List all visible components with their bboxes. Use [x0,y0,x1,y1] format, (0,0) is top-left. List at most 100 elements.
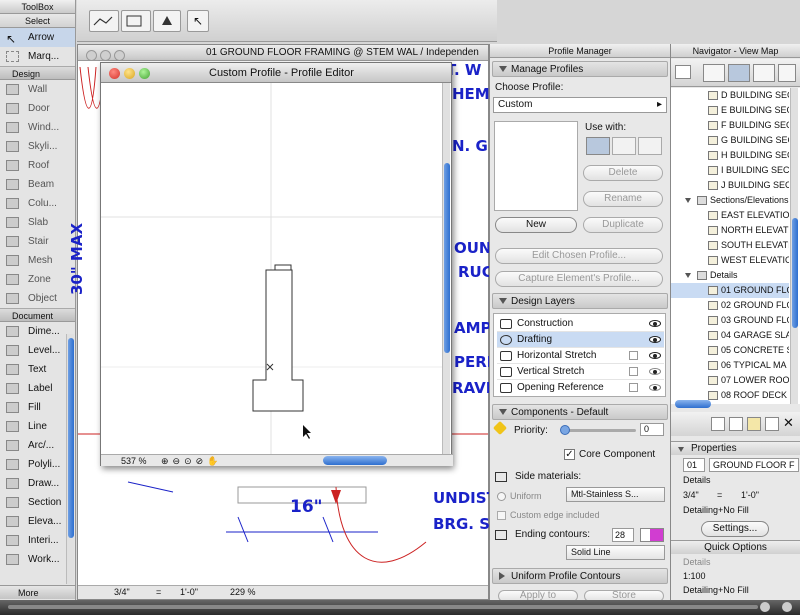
tree-folder-sections[interactable]: Sections/Elevations [671,193,789,208]
document-tool-11[interactable]: Interi... [0,531,75,550]
pointer-button[interactable]: ↖ [187,10,209,32]
tree-item[interactable]: J BUILDING SECT [671,178,789,193]
lock-checkbox[interactable] [629,367,638,376]
quick-layer-value[interactable]: Detailing+No Fill [683,585,749,595]
project-map-icon[interactable] [703,64,725,82]
view-id-field[interactable]: 01 [683,458,705,472]
tree-item[interactable]: 04 GARAGE SLA [671,328,789,343]
new-view-icon[interactable] [711,417,725,431]
tree-item[interactable]: E BUILDING SECT [671,103,789,118]
tree-item[interactable]: SOUTH ELEVATION [671,238,789,253]
design-tool-0[interactable]: Wall [0,80,75,99]
tool-arrow[interactable]: ↖ Arrow [0,28,75,47]
document-tool-10[interactable]: Eleva... [0,512,75,531]
settings-icon[interactable] [765,417,779,431]
custom-edge-checkbox[interactable] [497,511,506,520]
tree-item-selected[interactable]: 01 GROUND FLO [671,283,789,298]
design-tool-7[interactable]: Slab [0,213,75,232]
design-tool-9[interactable]: Mesh [0,251,75,270]
document-tool-2[interactable]: Text [0,360,75,379]
scale-value[interactable]: 3/4" [114,586,130,599]
layer-vertical-stretch[interactable]: Vertical Stretch [497,364,664,380]
core-component-checkbox[interactable]: ✓ [564,449,575,460]
tree-item[interactable]: 03 GROUND FLO [671,313,789,328]
design-tool-11[interactable]: Object [0,289,75,308]
tree-item[interactable]: H BUILDING SECT [671,148,789,163]
disclosure-icon[interactable] [685,273,691,278]
layer-construction[interactable]: Construction [497,316,664,332]
uniform-contours-header[interactable]: Uniform Profile Contours [492,568,668,584]
profile-canvas[interactable] [101,83,442,454]
more-button[interactable]: More [0,585,75,599]
folder-icon[interactable] [747,417,761,431]
tree-item[interactable]: EAST ELEVATION [671,208,789,223]
document-header[interactable]: Document [0,308,75,322]
tree-item[interactable]: I BUILDING SECT [671,163,789,178]
view-name-field[interactable]: GROUND FLOOR F [709,458,799,472]
tree-item[interactable]: 05 CONCRETE S [671,343,789,358]
document-tool-3[interactable]: Label [0,379,75,398]
zoom-icon[interactable] [139,68,150,79]
document-tool-9[interactable]: Section [0,493,75,512]
document-tool-5[interactable]: Line [0,417,75,436]
design-tool-2[interactable]: Wind... [0,118,75,137]
geometry-method-button[interactable] [89,10,119,32]
minimize-icon[interactable] [124,68,135,79]
document-tool-0[interactable]: Dime... [0,322,75,341]
ending-pen-input[interactable]: 28 [612,528,634,542]
tool-marquee[interactable]: Marq... [0,47,75,66]
tree-folder-details[interactable]: Details [671,268,789,283]
document-tool-7[interactable]: Polyli... [0,455,75,474]
tree-item[interactable]: 06 TYPICAL MA [671,358,789,373]
duplicate-button[interactable]: Duplicate [583,217,663,233]
tree-item[interactable]: 07 LOWER ROOF [671,373,789,388]
publisher-icon[interactable] [675,65,691,79]
rectangle-method-button[interactable] [121,10,151,32]
document-tool-8[interactable]: Draw... [0,474,75,493]
eye-closed-icon[interactable] [649,368,661,375]
pen-color-swatch[interactable] [640,528,664,542]
capture-profile-button[interactable]: Capture Element's Profile... [495,271,663,287]
eye-icon[interactable] [649,336,661,343]
priority-input[interactable]: 0 [640,423,664,436]
zoom-icon[interactable] [114,50,125,61]
publisher-sets-icon[interactable] [778,64,796,82]
design-tool-6[interactable]: Colu... [0,194,75,213]
design-tool-3[interactable]: Skyli... [0,137,75,156]
zoom-tools-icons[interactable]: ⊕⊖⊙⊘✋ [161,455,222,467]
design-tool-10[interactable]: Zone [0,270,75,289]
editor-zoom-value[interactable]: 537 % [121,455,147,467]
document-tool-6[interactable]: Arc/... [0,436,75,455]
delete-button[interactable]: Delete [583,165,663,181]
use-with-wall-icon[interactable] [586,137,610,155]
eye-icon[interactable] [649,320,661,327]
choose-profile-select[interactable]: Custom ▸ [493,97,667,113]
rename-button[interactable]: Rename [583,191,663,207]
document-tool-12[interactable]: Work... [0,550,75,569]
quick-scale-value[interactable]: 1:100 [683,571,706,581]
document-tool-4[interactable]: Fill [0,398,75,417]
manage-profiles-header[interactable]: Manage Profiles [492,61,668,77]
toolbox-scrollbar[interactable] [66,334,74,584]
video-progress-bar[interactable] [0,600,800,615]
disclosure-icon[interactable] [685,198,691,203]
eye-closed-icon[interactable] [649,384,661,391]
edit-profile-button[interactable]: Edit Chosen Profile... [495,248,663,264]
uniform-radio[interactable] [497,492,506,501]
rotate-method-button[interactable] [153,10,181,32]
settings-button[interactable]: Settings... [701,521,769,537]
zoom-value[interactable]: 229 % [230,586,256,599]
layout-book-icon[interactable] [753,64,775,82]
line-type-select[interactable]: Solid Line [566,545,665,560]
material-select[interactable]: Mtl-Stainless S... [566,487,665,502]
progress-track[interactable] [8,605,758,609]
tree-item[interactable]: NORTH ELEVATION [671,223,789,238]
tree-item[interactable]: G BUILDING SECT [671,133,789,148]
design-tool-1[interactable]: Door [0,99,75,118]
layer-horizontal-stretch[interactable]: Horizontal Stretch [497,348,664,364]
navigator-hscrollbar[interactable] [675,400,711,408]
priority-slider[interactable] [560,425,636,435]
scale-row[interactable]: 3/4" = 1'-0" [683,490,799,500]
document-tool-1[interactable]: Level... [0,341,75,360]
lock-checkbox[interactable] [629,351,638,360]
